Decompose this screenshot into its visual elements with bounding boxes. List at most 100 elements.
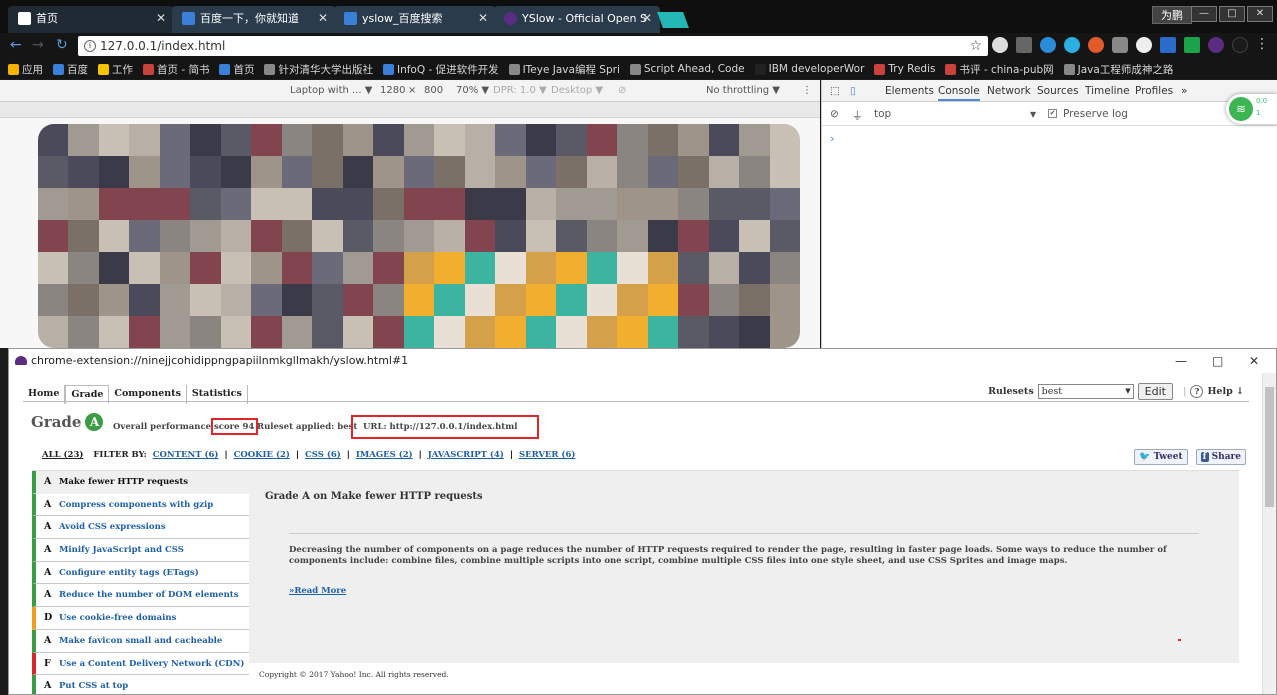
- bookmark-item[interactable]: 首页: [219, 62, 254, 77]
- bookmark-item[interactable]: 书评 - china-pub网: [945, 62, 1054, 77]
- bookmark-item[interactable]: ITeye Java编程 Spri: [508, 62, 620, 77]
- device-mode-icon[interactable]: ▯: [850, 85, 856, 97]
- close-window-button[interactable]: ✕: [1249, 349, 1259, 373]
- close-icon[interactable]: ✕: [318, 6, 328, 31]
- filter-all[interactable]: ALL (23): [42, 450, 83, 460]
- height-input[interactable]: 800: [424, 85, 443, 96]
- extension-icon[interactable]: [1064, 37, 1080, 53]
- tab-network[interactable]: Network: [987, 85, 1031, 97]
- new-tab-button[interactable]: [657, 12, 689, 28]
- clear-console-icon[interactable]: ⊘: [830, 108, 839, 120]
- rule-item[interactable]: A Make fewer HTTP requests: [32, 471, 249, 494]
- rule-item[interactable]: D Use cookie-free domains: [32, 607, 249, 630]
- network-monitor[interactable]: ≋ 0.0 1: [1226, 94, 1277, 124]
- bookmark-star-icon[interactable]: ☆: [969, 36, 982, 56]
- more-menu-icon[interactable]: ⋮: [1255, 36, 1269, 52]
- share-button[interactable]: f Share: [1195, 449, 1246, 465]
- minimize-button[interactable]: —: [1191, 6, 1217, 22]
- mosaic-cell: [342, 284, 374, 316]
- rule-item[interactable]: F Use a Content Delivery Network (CDN): [32, 652, 249, 676]
- close-icon[interactable]: ✕: [642, 6, 652, 31]
- tab-timeline[interactable]: Timeline: [1085, 85, 1130, 97]
- tab-home[interactable]: 首页 ✕: [8, 6, 174, 33]
- bookmark-item[interactable]: IBM developerWor: [754, 63, 864, 75]
- back-icon[interactable]: ←: [10, 37, 22, 53]
- device-select[interactable]: Laptop with ... ▼: [290, 85, 372, 96]
- scrollbar[interactable]: [1262, 373, 1276, 694]
- help-icon[interactable]: ?: [1190, 385, 1204, 398]
- rule-item[interactable]: A Avoid CSS expressions: [32, 516, 249, 540]
- filter-images[interactable]: IMAGES (2): [356, 450, 413, 460]
- filter-server[interactable]: SERVER (6): [519, 450, 575, 460]
- profile-button[interactable]: 为鹏: [1152, 6, 1192, 24]
- forward-icon[interactable]: →: [32, 37, 44, 53]
- bookmark-item[interactable]: 应用: [8, 62, 43, 77]
- bookmark-item[interactable]: 首页 - 简书: [143, 62, 209, 77]
- maximize-button[interactable]: □: [1219, 6, 1245, 22]
- console-prompt[interactable]: ›: [830, 132, 834, 145]
- address-bar[interactable]: i 127.0.0.1/index.html ☆: [78, 36, 988, 56]
- extension-icon[interactable]: [1184, 37, 1200, 53]
- help-link[interactable]: Help ↓: [1207, 386, 1244, 397]
- extension-icon[interactable]: [1040, 37, 1056, 53]
- context-dropdown-icon[interactable]: ▼: [1030, 110, 1036, 119]
- filter-content[interactable]: CONTENT (6): [153, 450, 219, 460]
- yslow-extension-icon[interactable]: [1208, 37, 1224, 53]
- ruleset-select[interactable]: best: [1037, 384, 1134, 399]
- tweet-button[interactable]: 🐦 Tweet: [1134, 449, 1188, 465]
- zoom-select[interactable]: 70% ▼: [456, 85, 489, 96]
- mode-select[interactable]: Desktop ▼: [551, 85, 603, 96]
- bookmark-item[interactable]: InfoQ - 促进软件开发: [382, 62, 499, 77]
- scrollbar-thumb[interactable]: [1265, 387, 1274, 507]
- rotate-icon[interactable]: ⊘: [618, 85, 626, 96]
- bookmark-item[interactable]: 针对清华大学出版社: [264, 62, 373, 77]
- extension-icon[interactable]: [1136, 37, 1152, 53]
- reload-icon[interactable]: ↻: [56, 37, 68, 53]
- bookmark-item[interactable]: Script Ahead, Code: [629, 63, 745, 75]
- dpr-select[interactable]: DPR: 1.0 ▼: [493, 85, 547, 96]
- edit-button[interactable]: Edit: [1137, 383, 1173, 400]
- close-window-button[interactable]: ✕: [1247, 6, 1273, 22]
- extension-icon[interactable]: [1112, 37, 1128, 53]
- tab-baidu[interactable]: 百度一下，你就知道 ✕: [172, 6, 336, 33]
- tab-yslow-official[interactable]: YSlow - Official Open S ✕: [494, 6, 660, 33]
- width-input[interactable]: 1280: [380, 85, 405, 96]
- tab-sources[interactable]: Sources: [1037, 85, 1079, 97]
- rule-item[interactable]: A Configure entity tags (ETags): [32, 561, 249, 585]
- maximize-button[interactable]: □: [1212, 349, 1223, 373]
- inspect-icon[interactable]: ⬚: [830, 85, 840, 97]
- minimize-button[interactable]: —: [1175, 349, 1187, 373]
- read-more-link[interactable]: »Read More: [289, 586, 346, 596]
- info-icon[interactable]: i: [84, 40, 96, 52]
- extension-icon[interactable]: [1016, 37, 1032, 53]
- throttle-select[interactable]: No throttling ▼: [706, 85, 780, 96]
- tab-yslow-search[interactable]: yslow_百度搜索 ✕: [334, 6, 496, 33]
- tab-console[interactable]: Console: [938, 85, 980, 101]
- bookmark-item[interactable]: Try Redis: [874, 63, 935, 75]
- mosaic-cell: [525, 220, 557, 252]
- rule-item[interactable]: A Make favicon small and cacheable: [32, 629, 249, 653]
- context-select[interactable]: top: [874, 108, 891, 120]
- more-tabs-icon[interactable]: »: [1181, 85, 1187, 97]
- extension-icon[interactable]: [1088, 37, 1104, 53]
- rule-item[interactable]: A Minify JavaScript and CSS: [32, 539, 249, 562]
- bookmark-item[interactable]: 工作: [98, 62, 133, 77]
- tab-profiles[interactable]: Profiles: [1135, 85, 1173, 97]
- rule-item[interactable]: A Reduce the number of DOM elements: [32, 584, 249, 608]
- filter-css[interactable]: CSS (6): [305, 450, 341, 460]
- extension-icon[interactable]: [1160, 37, 1176, 53]
- rule-item[interactable]: A Put CSS at top: [32, 675, 249, 694]
- extension-icon[interactable]: [1232, 37, 1248, 53]
- preserve-log-checkbox[interactable]: ✔: [1048, 109, 1057, 118]
- device-menu-icon[interactable]: ⋮: [802, 85, 812, 96]
- extension-icon[interactable]: [992, 37, 1008, 53]
- filter-icon[interactable]: ⏚: [852, 108, 863, 123]
- bookmark-item[interactable]: Java工程师成神之路: [1063, 62, 1173, 77]
- filter-javascript[interactable]: JAVASCRIPT (4): [428, 450, 504, 460]
- close-icon[interactable]: ✕: [156, 6, 166, 31]
- filter-cookie[interactable]: COOKIE (2): [234, 450, 290, 460]
- tab-elements[interactable]: Elements: [885, 85, 934, 97]
- bookmark-item[interactable]: 百度: [53, 62, 88, 77]
- rule-item[interactable]: A Compress components with gzip: [32, 493, 249, 517]
- close-icon[interactable]: ✕: [478, 6, 488, 31]
